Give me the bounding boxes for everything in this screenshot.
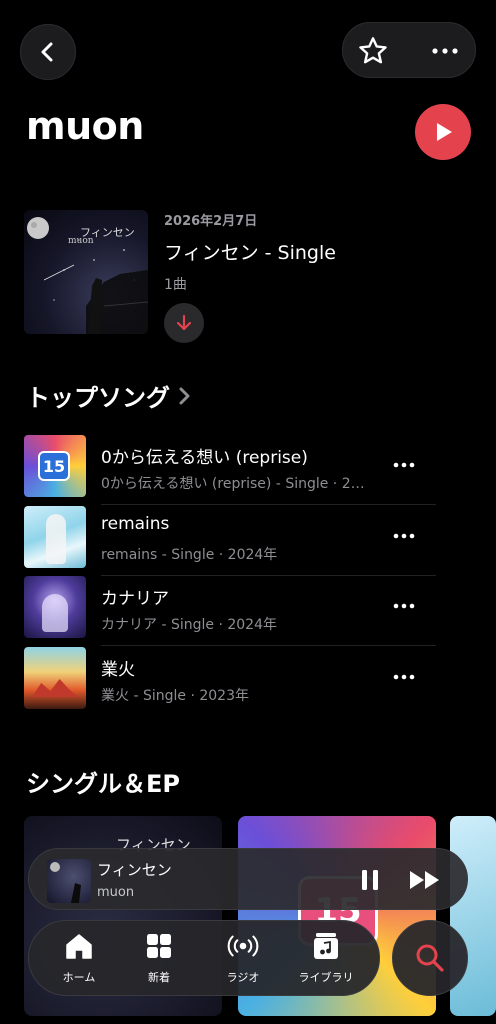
song-title: remains — [101, 514, 170, 534]
artist-name: muon — [26, 104, 144, 148]
ellipsis-icon — [393, 533, 415, 539]
song-title: 0から伝える想い (reprise) — [101, 448, 308, 468]
divider — [101, 504, 436, 505]
tab-label: ラジオ — [226, 971, 260, 984]
release-title[interactable]: フィンセン - Single — [164, 238, 336, 265]
mini-player-artwork — [47, 859, 91, 903]
search-button[interactable] — [392, 920, 468, 996]
song-more-button[interactable] — [386, 453, 422, 477]
song-subtitle: remains - Single · 2024年 — [101, 547, 278, 563]
artwork-artist: muon — [68, 236, 94, 246]
top-songs-header[interactable]: トップソング — [26, 378, 192, 413]
mini-player-artist: muon — [97, 885, 135, 900]
play-icon — [437, 123, 452, 141]
star-icon — [359, 37, 387, 64]
artwork-figure — [42, 594, 68, 632]
singles-eps-title: シングル＆EP — [26, 770, 180, 798]
album-card[interactable] — [450, 816, 496, 1016]
artwork-flames — [32, 679, 78, 697]
top-songs-title: トップソング — [26, 384, 170, 412]
home-icon — [62, 929, 96, 963]
play-artist-button[interactable] — [415, 104, 471, 160]
song-subtitle: カナリア - Single · 2024年 — [101, 617, 277, 633]
grid-icon — [142, 929, 176, 963]
mini-artwork-image — [50, 862, 81, 903]
singles-eps-header[interactable]: シングル＆EP — [26, 764, 180, 799]
song-row[interactable]: 15 0から伝える想い (reprise) 0から伝える想い (reprise)… — [24, 435, 436, 505]
song-artwork — [24, 576, 86, 638]
song-more-button[interactable] — [386, 665, 422, 689]
song-artwork: 15 — [24, 435, 86, 497]
favorite-button[interactable] — [353, 31, 393, 71]
release-date: 2026年2月7日 — [164, 214, 258, 229]
tab-bar: ホーム 新着 ラジオ ライブラリ — [28, 920, 380, 996]
song-row[interactable]: カナリア カナリア - Single · 2024年 — [24, 576, 436, 646]
song-artwork — [24, 647, 86, 709]
ellipsis-icon — [393, 674, 415, 680]
song-row[interactable]: remains remains - Single · 2024年 — [24, 506, 436, 576]
radio-icon — [226, 929, 260, 963]
next-track-button[interactable] — [407, 866, 443, 894]
back-button[interactable] — [20, 24, 76, 80]
song-more-button[interactable] — [386, 524, 422, 548]
divider — [101, 645, 436, 646]
song-artwork — [24, 506, 86, 568]
header-actions — [342, 22, 476, 78]
pause-icon — [362, 870, 378, 890]
mini-player-title: フィンセン — [97, 861, 172, 879]
chevron-left-icon — [41, 42, 53, 62]
tab-new[interactable]: 新着 — [119, 929, 199, 989]
tab-label: ライブラリ — [298, 971, 354, 984]
tab-label: 新着 — [148, 971, 170, 984]
library-icon — [309, 929, 343, 963]
download-button[interactable] — [164, 303, 204, 343]
tab-label: ホーム — [62, 971, 96, 984]
song-more-button[interactable] — [386, 594, 422, 618]
fast-forward-icon — [410, 871, 439, 889]
song-row[interactable]: 業火 業火 - Single · 2023年 — [24, 647, 436, 711]
song-title: 業火 — [101, 660, 135, 680]
pause-button[interactable] — [355, 866, 385, 894]
download-arrow-icon — [176, 314, 192, 331]
tab-radio[interactable]: ラジオ — [203, 929, 283, 989]
ellipsis-icon — [432, 48, 458, 54]
chevron-right-icon — [179, 387, 190, 404]
artwork-badge: 15 — [38, 451, 70, 481]
ellipsis-icon — [393, 603, 415, 609]
tab-home[interactable]: ホーム — [39, 929, 119, 989]
artwork-figure — [46, 514, 66, 564]
song-title: カナリア — [101, 589, 169, 609]
search-icon — [416, 944, 444, 972]
song-subtitle: 業火 - Single · 2023年 — [101, 688, 249, 704]
tab-library[interactable]: ライブラリ — [286, 929, 366, 989]
song-subtitle: 0から伝える想い (reprise) - Single · 2025年 — [101, 476, 373, 492]
mini-player[interactable]: フィンセン muon — [28, 848, 468, 910]
more-options-button[interactable] — [423, 31, 467, 71]
latest-release-artwork[interactable]: フィンセン muon — [24, 210, 148, 334]
release-track-count: 1曲 — [164, 277, 187, 293]
ellipsis-icon — [393, 462, 415, 468]
